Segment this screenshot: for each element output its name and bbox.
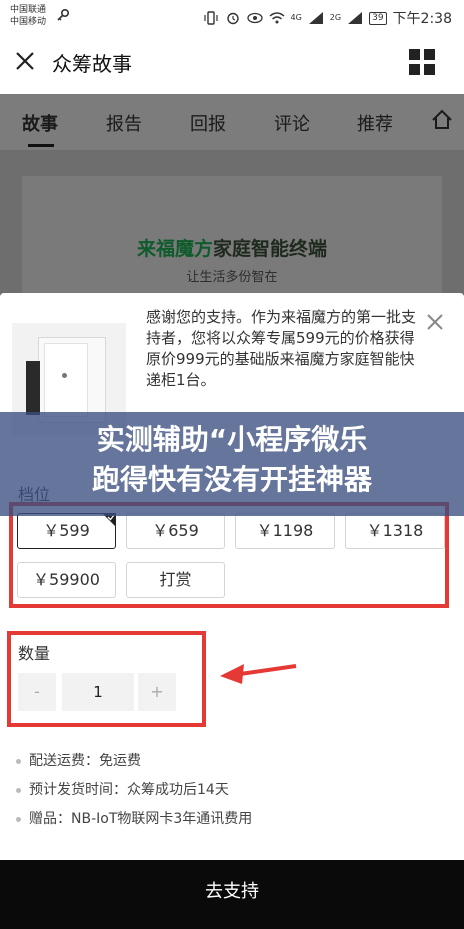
active-tab-indicator [28,144,54,147]
tier-option-1318[interactable]: ￥1318 [345,513,445,549]
tier-option-label: ￥659 [152,521,199,540]
delivery-time-text: 预计发货时间：众筹成功后14天 [29,782,229,798]
tier-option-label: ￥1318 [366,521,424,540]
banner-brand: 来福魔方 [136,238,213,260]
app-header: 众筹故事 [0,34,464,94]
tier-option-label: ￥599 [43,521,90,540]
project-banner: 来福魔方家庭智能终端 让生活多份智在 [22,176,442,294]
tier-option-label: 打赏 [159,570,192,589]
signal-2-icon [348,12,363,24]
reward-description: 感谢您的支持。作为来福魔方的第一批支持者，您将以众筹专属599元的价格获得原价9… [146,308,417,389]
quantity-decrement-button[interactable]: - [18,673,56,711]
support-button[interactable]: 去支持 [0,860,464,929]
product-cabinet-door [44,343,88,417]
shipping-text: 配送运费：免运费 [29,753,141,769]
banner-title-rest: 家庭智能终端 [213,238,328,260]
red-arrow-annotation [220,664,297,684]
tab-story[interactable]: 故事 [22,110,58,136]
tier-option-599[interactable]: ￥599 [17,513,116,549]
tier-option-tip[interactable]: 打赏 [126,562,225,598]
page-title: 众筹故事 [52,52,132,76]
tab-recommend[interactable]: 推荐 [357,110,393,136]
vibrate-icon [203,11,218,25]
bullet-dot [16,816,21,822]
clock: 下午2:38 [392,11,452,27]
caption-overlay: 实测辅助“小程序微乐 跑得快有没有开挂神器 [0,412,464,516]
tier-option-659[interactable]: ￥659 [126,513,225,549]
sheet-close-icon[interactable] [426,313,444,331]
signal-1-type: 4G [290,13,302,22]
quantity-increment-button[interactable]: + [138,673,176,711]
tab-report[interactable]: 报告 [106,110,142,136]
product-logo-dot [62,373,67,378]
carrier-labels: 中国联通 中国移动 [10,4,46,28]
quantity-label: 数量 [18,644,51,663]
bullet-dot [16,758,21,764]
signal-1-icon [308,12,323,24]
delivery-time-info: 预计发货时间：众筹成功后14天 [16,779,229,799]
battery-indicator: 39 [369,11,387,25]
home-icon[interactable] [430,108,454,132]
tier-option-label: ￥59900 [33,570,100,589]
caption-line-1: 实测辅助“小程序微乐 [96,423,368,456]
banner-subtitle: 让生活多份智在 [186,270,278,285]
product-side [26,361,40,415]
status-bar: 中国联通 中国移动 4G 2G 39 下午2:38 [0,0,464,34]
wifi-icon [269,12,284,24]
tier-option-59900[interactable]: ￥59900 [17,562,116,598]
tier-option-label: ￥1198 [256,521,314,540]
reward-sheet: 感谢您的支持。作为来福魔方的第一批支持者，您将以众筹专属599元的价格获得原价9… [0,293,464,929]
tab-comments[interactable]: 评论 [274,110,310,136]
tab-rewards[interactable]: 回报 [190,110,226,136]
caption-text: 实测辅助“小程序微乐 跑得快有没有开挂神器 [0,420,464,500]
shipping-info: 配送运费：免运费 [16,750,141,770]
tab-bar: 故事 报告 回报 评论 推荐 [0,94,464,150]
key-icon [57,8,70,21]
caption-line-2: 跑得快有没有开挂神器 [91,463,372,496]
eye-icon [246,12,263,24]
banner-title: 来福魔方家庭智能终端 [22,234,442,261]
bullet-dot [16,787,21,793]
status-indicators: 4G 2G 39 下午2:38 [203,8,452,28]
close-icon[interactable] [14,50,36,72]
gift-info: 赠品：NB-IoT物联网卡3年通讯费用 [16,808,252,828]
alarm-icon [226,12,239,25]
quantity-input[interactable]: 1 [62,673,134,711]
gift-text: 赠品：NB-IoT物联网卡3年通讯费用 [29,811,253,827]
carrier-2: 中国移动 [10,17,47,27]
signal-2-type: 2G [329,13,342,22]
menu-grid-icon[interactable] [408,48,436,76]
carrier-1: 中国联通 [10,5,47,15]
tier-option-1198[interactable]: ￥1198 [235,513,335,549]
